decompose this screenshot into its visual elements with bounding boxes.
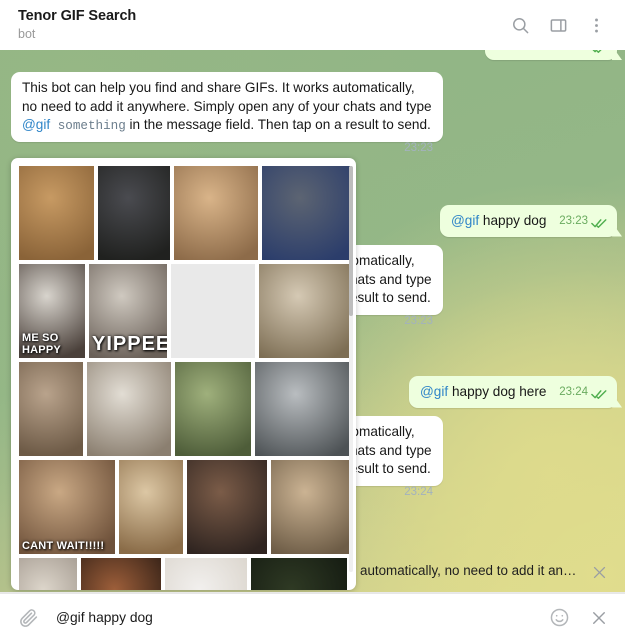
gif-result-item[interactable] bbox=[259, 264, 352, 358]
gif-result-item[interactable]: YIPPEE bbox=[89, 264, 167, 358]
gif-result-item[interactable] bbox=[119, 460, 183, 554]
mention-link[interactable]: @gif bbox=[451, 213, 479, 228]
gif-results-row bbox=[19, 166, 352, 260]
gif-panel-scrollbar[interactable] bbox=[349, 166, 353, 572]
message-time: 23:23 bbox=[559, 215, 588, 227]
message-bubble-outgoing[interactable]: 23:23 bbox=[485, 50, 617, 60]
message-meta: 23:23 bbox=[559, 50, 607, 56]
close-icon[interactable] bbox=[587, 606, 611, 630]
gif-result-item[interactable] bbox=[171, 264, 255, 358]
message-text-part: This bot can help you find and share GIF… bbox=[22, 80, 432, 114]
message-meta: 23:24 bbox=[404, 483, 433, 502]
search-icon[interactable] bbox=[509, 14, 531, 36]
message-time: 23:24 bbox=[559, 386, 588, 398]
gif-result-item[interactable] bbox=[98, 166, 170, 260]
message-bubble-incoming[interactable]: This bot can help you find and share GIF… bbox=[11, 72, 443, 154]
gif-results-panel[interactable]: ME SO HAPPY YIPPEE CANT WAIT!!!!! bbox=[11, 158, 356, 590]
page-title: Tenor GIF Search bbox=[18, 8, 137, 24]
message-text: happy dog here bbox=[448, 384, 547, 399]
gif-result-caption: ME SO HAPPY bbox=[22, 332, 61, 356]
message-meta: 23:24 bbox=[559, 383, 607, 402]
gif-result-item[interactable]: CANT WAIT!!!!! bbox=[19, 460, 115, 554]
gif-result-caption: YIPPEE bbox=[92, 333, 167, 355]
message-time: 23:23 bbox=[404, 141, 433, 154]
message-time: 23:24 bbox=[404, 485, 433, 498]
more-vertical-icon[interactable] bbox=[585, 14, 607, 36]
read-receipt-icon bbox=[591, 216, 607, 229]
message-text-part: in the message field. Then tap on a resu… bbox=[125, 117, 431, 132]
header-actions bbox=[509, 14, 611, 36]
message-meta: 23:23 bbox=[404, 139, 433, 158]
gif-results-scroll[interactable]: ME SO HAPPY YIPPEE CANT WAIT!!!!! bbox=[11, 158, 356, 590]
gif-result-item[interactable] bbox=[271, 460, 352, 554]
gif-results-row: ME SO HAPPY YIPPEE bbox=[19, 264, 352, 358]
message-row-out-2: @gif happy dog here 23:24 bbox=[409, 376, 617, 408]
gif-result-item[interactable]: ME SO HAPPY bbox=[19, 264, 85, 358]
gif-results-row bbox=[19, 362, 352, 456]
gif-result-item[interactable] bbox=[87, 362, 171, 456]
mention-link[interactable]: @gif bbox=[22, 117, 50, 132]
gif-result-item[interactable] bbox=[175, 362, 251, 456]
gif-result-item[interactable] bbox=[255, 362, 352, 456]
message-bubble-outgoing[interactable]: @gif happy dog 23:23 bbox=[439, 205, 617, 237]
mention-link[interactable]: @gif bbox=[420, 384, 448, 399]
message-row-bot-1: This bot can help you find and share GIF… bbox=[11, 72, 443, 157]
message-time: 23:23 bbox=[559, 50, 588, 56]
composer-actions bbox=[547, 606, 611, 630]
gif-result-item[interactable] bbox=[19, 362, 83, 456]
message-time: 23:23 bbox=[404, 314, 433, 327]
gif-results-row: CANT WAIT!!!!! bbox=[19, 460, 352, 554]
message-text: happy dog bbox=[479, 213, 547, 228]
telegram-chat-window: Tenor GIF Search bot This bot can help y… bbox=[0, 0, 625, 641]
paperclip-icon[interactable] bbox=[14, 604, 42, 632]
message-row-out-1: @gif happy dog 23:23 bbox=[439, 205, 617, 237]
gif-result-item[interactable] bbox=[19, 166, 94, 260]
close-icon[interactable] bbox=[587, 560, 611, 584]
message-bubble-outgoing[interactable]: @gif happy dog here 23:24 bbox=[409, 376, 617, 408]
read-receipt-icon bbox=[591, 50, 607, 54]
sidebar-toggle-icon[interactable] bbox=[547, 14, 569, 36]
message-row-partial: 23:23 bbox=[485, 50, 617, 60]
read-receipt-icon bbox=[591, 387, 607, 400]
chat-subtitle: bot bbox=[18, 27, 36, 41]
gif-result-item[interactable] bbox=[174, 166, 258, 260]
gif-result-item[interactable] bbox=[262, 166, 352, 260]
bot-preview-strip: automatically, no need to add it an… bbox=[0, 555, 625, 593]
message-meta: 23:23 bbox=[559, 212, 607, 231]
gif-panel-scrollbar-thumb[interactable] bbox=[349, 166, 353, 316]
preview-text: automatically, no need to add it an… bbox=[360, 563, 577, 578]
chat-header: Tenor GIF Search bot bbox=[0, 0, 625, 50]
emoji-smile-icon[interactable] bbox=[547, 606, 571, 630]
gif-result-caption: CANT WAIT!!!!! bbox=[22, 540, 105, 552]
message-input[interactable] bbox=[56, 610, 547, 625]
message-composer bbox=[0, 593, 625, 641]
chat-header-titles[interactable]: Tenor GIF Search bot bbox=[18, 8, 509, 42]
inline-code: something bbox=[50, 119, 126, 133]
message-meta: 23:23 bbox=[404, 312, 433, 331]
gif-result-item[interactable] bbox=[187, 460, 267, 554]
